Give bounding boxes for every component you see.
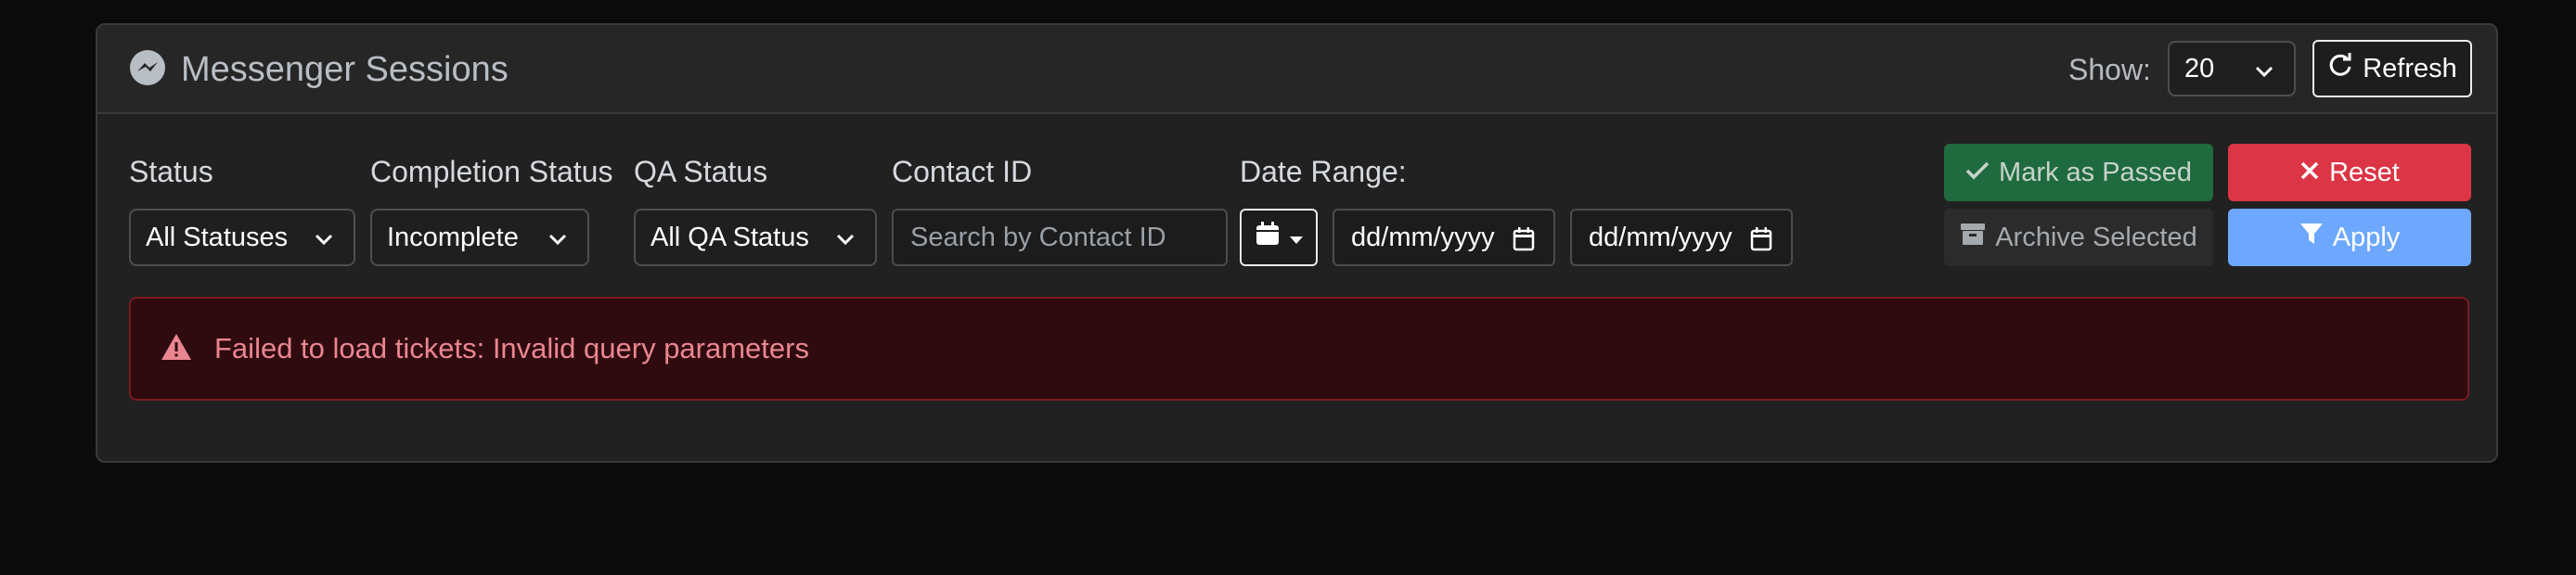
show-label: Show:: [2068, 53, 2151, 86]
apply-button[interactable]: Apply: [2228, 209, 2471, 266]
reset-label: Reset: [2329, 157, 2400, 187]
completion-status-label: Completion Status: [370, 155, 613, 188]
date-range-label: Date Range:: [1240, 155, 1407, 188]
error-message: Failed to load tickets: Invalid query pa…: [214, 332, 809, 364]
messenger-icon: [129, 49, 166, 91]
status-label: Status: [129, 155, 213, 188]
page-size-value: 20: [2184, 53, 2215, 83]
page-size-select[interactable]: 20: [2168, 41, 2296, 96]
refresh-button[interactable]: Refresh: [2312, 40, 2472, 97]
qa-status-label: QA Status: [634, 155, 768, 188]
status-select[interactable]: All Statuses: [129, 209, 355, 266]
error-alert: Failed to load tickets: Invalid query pa…: [129, 297, 2469, 401]
card-header: Messenger Sessions Show: 20 Refresh: [97, 25, 2496, 114]
qa-status-value: All QA Status: [650, 222, 809, 252]
date-preset-dropdown[interactable]: [1240, 209, 1318, 266]
x-icon: [2299, 158, 2320, 188]
reset-button[interactable]: Reset: [2228, 144, 2471, 201]
qa-status-select[interactable]: All QA Status: [634, 209, 877, 266]
date-to-input[interactable]: dd/mm/yyyy: [1570, 209, 1793, 266]
contact-id-label: Contact ID: [892, 155, 1033, 188]
warning-triangle-icon: [161, 333, 192, 365]
sync-icon: [2327, 52, 2353, 85]
date-from-input[interactable]: dd/mm/yyyy: [1333, 209, 1555, 266]
archive-selected-button[interactable]: Archive Selected: [1944, 209, 2213, 266]
page-title-text: Messenger Sessions: [181, 49, 509, 89]
date-to-value: dd/mm/yyyy: [1589, 222, 1732, 252]
chevron-down-icon: [547, 227, 569, 258]
check-icon: [1965, 158, 1990, 188]
page-title: Messenger Sessions: [129, 48, 509, 91]
completion-status-select[interactable]: Incomplete: [370, 209, 589, 266]
date-from-value: dd/mm/yyyy: [1351, 222, 1495, 252]
calendar-icon: [1255, 221, 1281, 254]
status-value: All Statuses: [146, 222, 289, 252]
apply-label: Apply: [2332, 222, 2401, 252]
contact-id-placeholder: Search by Contact ID: [910, 222, 1166, 252]
mark-as-passed-label: Mark as Passed: [1999, 157, 2192, 187]
chevron-down-icon: [2253, 59, 2275, 90]
sessions-card: Messenger Sessions Show: 20 Refresh Stat…: [96, 23, 2498, 463]
completion-status-value: Incomplete: [387, 222, 519, 252]
calendar-icon[interactable]: [1750, 227, 1772, 259]
refresh-label: Refresh: [2363, 53, 2457, 83]
funnel-icon: [2299, 222, 2324, 253]
archive-selected-label: Archive Selected: [1995, 222, 2197, 252]
archive-box-icon: [1960, 222, 1986, 253]
mark-as-passed-button[interactable]: Mark as Passed: [1944, 144, 2213, 201]
caret-down-icon: [1290, 223, 1303, 253]
contact-id-input[interactable]: Search by Contact ID: [892, 209, 1228, 266]
chevron-down-icon: [313, 227, 335, 258]
chevron-down-icon: [834, 227, 857, 258]
calendar-icon[interactable]: [1513, 227, 1535, 259]
